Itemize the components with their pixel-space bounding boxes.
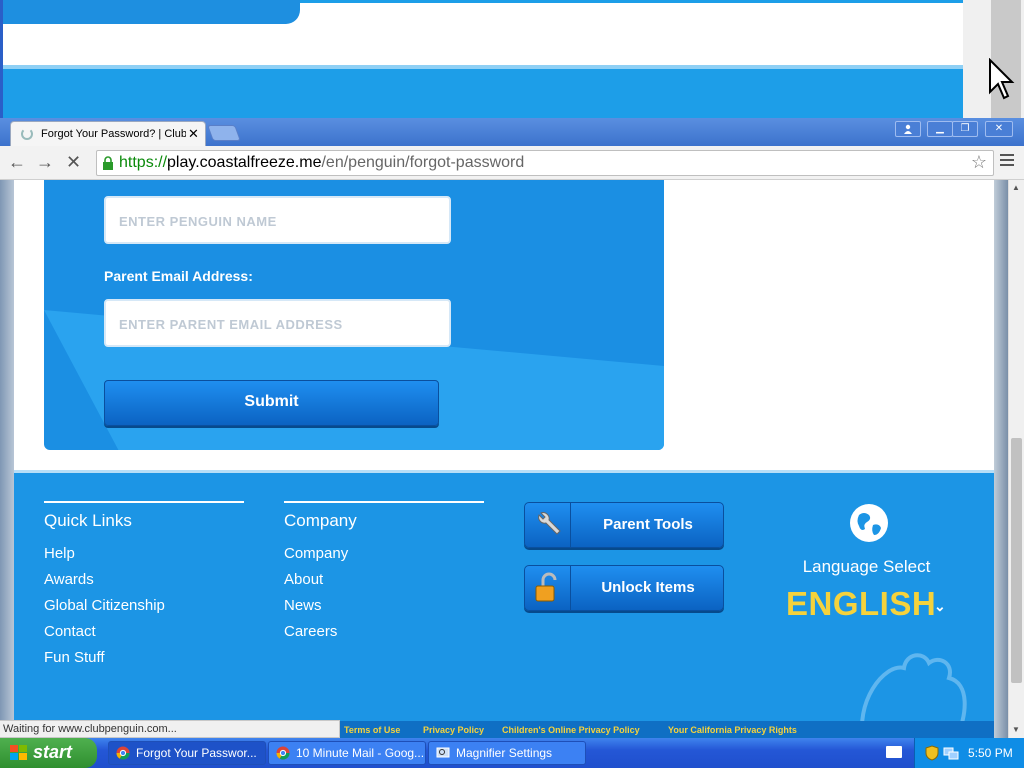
scrollbar-thumb[interactable] — [1011, 438, 1022, 683]
chrome-icon — [116, 746, 130, 760]
submit-button[interactable]: Submit — [104, 380, 439, 426]
page-content: ENTER PENGUIN NAME Parent Email Address:… — [14, 180, 994, 738]
magnified-cursor-icon — [989, 58, 1015, 100]
legal-link-privacy[interactable]: Privacy Policy — [423, 725, 484, 735]
browser-toolbar: ← → ✕ https://play.coastalfreeze.me/en/p… — [0, 146, 1024, 180]
shield-icon[interactable] — [925, 745, 939, 761]
footer-link-company[interactable]: Company — [284, 541, 484, 567]
forward-arrow-icon[interactable]: → — [36, 152, 54, 173]
system-tray: 5:50 PM — [914, 738, 1024, 768]
parent-tools-button[interactable]: Parent Tools — [524, 502, 724, 548]
browser-titlebar: Forgot Your Password? | Club Penguin ✕ ▁… — [0, 118, 1024, 146]
scroll-up-icon[interactable]: ▲ — [1012, 183, 1020, 192]
tab-title: Forgot Your Password? | Club Penguin — [41, 128, 186, 140]
status-bubble: Waiting for www.clubpenguin.com... — [0, 720, 340, 738]
magnified-panel-edge — [0, 0, 300, 24]
back-arrow-icon[interactable]: ← — [8, 152, 26, 173]
email-label: Parent Email Address: — [104, 268, 253, 284]
page-viewport: ENTER PENGUIN NAME Parent Email Address:… — [0, 180, 1008, 738]
taskbar-clock: 5:50 PM — [968, 746, 1013, 760]
language-select-label: Language Select — [802, 557, 931, 576]
network-icon[interactable] — [943, 745, 959, 761]
footer-link-fun-stuff[interactable]: Fun Stuff — [44, 645, 244, 671]
footer-link-about[interactable]: About — [284, 567, 484, 593]
padlock-icon — [525, 566, 571, 610]
parent-email-input[interactable]: ENTER PARENT EMAIL ADDRESS — [104, 299, 451, 347]
stop-icon[interactable]: ✕ — [66, 152, 81, 173]
wrench-icon — [525, 503, 571, 547]
footer-link-global-citizenship[interactable]: Global Citizenship — [44, 593, 244, 619]
profile-button[interactable] — [895, 121, 921, 137]
quick-links-heading: Quick Links — [44, 511, 132, 530]
minimize-button[interactable]: ▁ — [927, 121, 953, 137]
address-bar[interactable]: https://play.coastalfreeze.me/en/penguin… — [96, 150, 994, 176]
legal-link-terms[interactable]: Terms of Use — [344, 725, 400, 735]
keyboard-icon[interactable] — [886, 746, 902, 758]
parent-tools-label: Parent Tools — [603, 516, 693, 533]
chrome-icon — [276, 746, 290, 760]
page-background-right — [994, 180, 1008, 738]
url-text: https://play.coastalfreeze.me/en/penguin… — [119, 154, 525, 171]
language-select-dropdown[interactable]: ENGLISH — [786, 585, 936, 623]
legal-link-coppa[interactable]: Children's Online Privacy Policy — [502, 725, 640, 735]
company-heading: Company — [284, 511, 357, 530]
bookmark-star-icon[interactable]: ☆ — [971, 152, 987, 173]
forgot-password-form: ENTER PENGUIN NAME Parent Email Address:… — [44, 180, 664, 450]
footer-link-contact[interactable]: Contact — [44, 619, 244, 645]
company-column: Company Company About News Careers — [284, 501, 484, 645]
site-footer: Quick Links Help Awards Global Citizensh… — [14, 470, 994, 738]
loading-spinner-icon — [21, 128, 33, 140]
magnifier-frame-edge — [0, 0, 3, 118]
lock-icon — [103, 156, 113, 170]
page-background-left — [0, 180, 14, 738]
task-10-minute-mail[interactable]: 10 Minute Mail - Goog... — [268, 741, 426, 765]
magnifier-icon — [436, 747, 450, 758]
page-scrollbar[interactable]: ▲ ▼ — [1008, 180, 1024, 738]
task-magnifier-settings[interactable]: Magnifier Settings — [428, 741, 586, 765]
unlock-items-label: Unlock Items — [601, 579, 695, 596]
magnified-divider — [3, 65, 963, 69]
start-label: start — [33, 742, 73, 762]
scroll-down-icon[interactable]: ▼ — [1012, 725, 1020, 734]
close-window-button[interactable]: ✕ — [985, 121, 1013, 137]
quick-links-column: Quick Links Help Awards Global Citizensh… — [44, 501, 244, 671]
windows-logo-icon — [10, 745, 27, 760]
start-button[interactable]: start — [0, 738, 97, 768]
globe-icon — [850, 504, 888, 542]
footer-link-careers[interactable]: Careers — [284, 619, 484, 645]
tab-close-icon[interactable]: ✕ — [188, 126, 199, 142]
footer-link-awards[interactable]: Awards — [44, 567, 244, 593]
footer-link-news[interactable]: News — [284, 593, 484, 619]
penguin-name-input[interactable]: ENTER PENGUIN NAME — [104, 196, 451, 244]
person-icon — [904, 124, 912, 134]
magnifier-view — [0, 0, 1024, 118]
legal-link-california[interactable]: Your California Privacy Rights — [668, 725, 797, 735]
new-tab-button[interactable] — [207, 125, 241, 141]
restore-button[interactable]: ❐ — [952, 121, 978, 137]
unlock-items-button[interactable]: Unlock Items — [524, 565, 724, 611]
task-forgot-password[interactable]: Forgot Your Passwor... — [108, 741, 266, 765]
taskbar: start Forgot Your Passwor... 10 Minute M… — [0, 738, 1024, 768]
browser-menu-icon[interactable] — [1000, 154, 1014, 169]
footer-link-help[interactable]: Help — [44, 541, 244, 567]
browser-tab[interactable]: Forgot Your Password? | Club Penguin ✕ — [10, 121, 206, 146]
chevron-down-icon[interactable]: ⌄ — [934, 598, 946, 615]
